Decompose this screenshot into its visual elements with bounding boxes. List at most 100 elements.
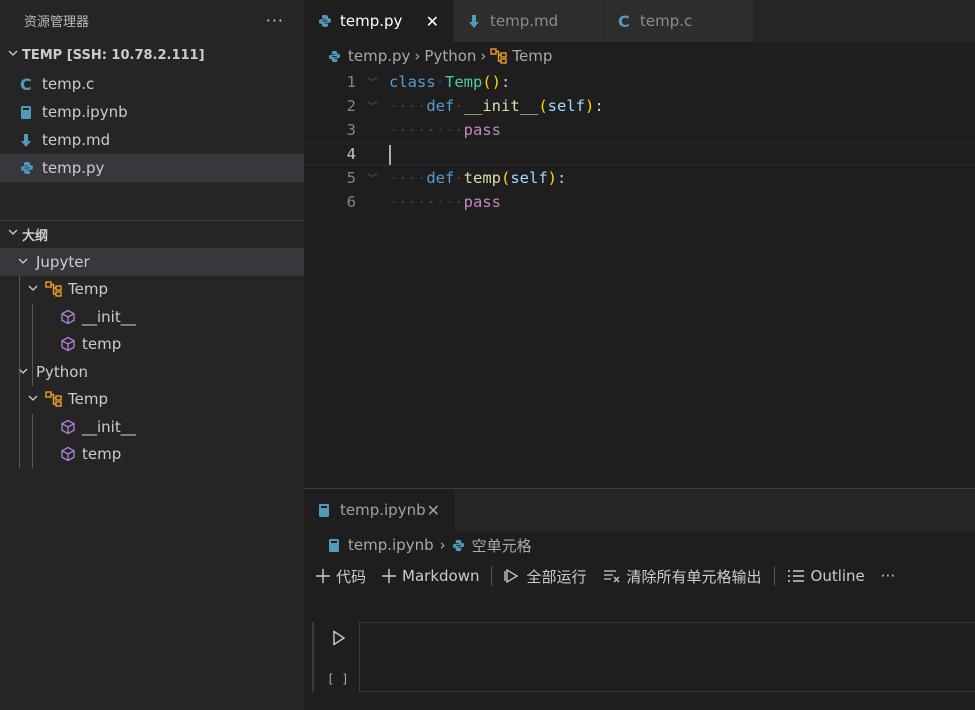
plus-icon (382, 569, 397, 583)
keyword: def (426, 169, 455, 187)
code-line[interactable]: 3 ········pass (304, 118, 975, 142)
fold-icon[interactable]: ﹀ (356, 98, 389, 114)
file-item-temp-md[interactable]: temp.md (0, 126, 304, 154)
close-icon[interactable]: ✕ (426, 12, 439, 31)
text-cursor (389, 145, 391, 165)
cell-focus-bar (312, 622, 314, 692)
code-area[interactable]: 1 ﹀ class·Temp(): 2 ﹀ ····def·__init__(s… (304, 70, 975, 214)
tree-indent-guide (19, 386, 20, 468)
line-number: 1 (346, 73, 356, 91)
code-line[interactable]: 2 ﹀ ····def·__init__(self): (304, 94, 975, 118)
chevron-down-icon (24, 280, 42, 298)
outline-class-temp[interactable]: Temp (0, 386, 304, 414)
outline-group-label: Python (36, 362, 88, 381)
chevron-right-icon: › (414, 47, 421, 65)
param: self (547, 97, 585, 115)
python-file-icon (452, 539, 472, 552)
tree-indent-guide (32, 304, 33, 386)
chevron-right-icon: › (480, 47, 487, 65)
editor-tab-bar: temp.py ✕ temp.md C temp.c (304, 0, 975, 42)
outline-header[interactable]: 大纲 (0, 220, 304, 248)
fold-icon[interactable]: ﹀ (356, 74, 389, 90)
tab-label: temp.md (490, 12, 559, 30)
clear-outputs-button[interactable]: 清除所有单元格输出 (603, 566, 762, 587)
code-line[interactable]: 6 ········pass (304, 190, 975, 214)
outline-group-label: Jupyter (36, 252, 90, 271)
breadcrumb-symbol[interactable]: Temp (512, 47, 552, 65)
notebook-breadcrumb: temp.ipynb › 空单元格 (304, 531, 975, 559)
file-label: temp.ipynb (42, 103, 128, 121)
clear-all-icon (603, 569, 621, 583)
outline-method-temp[interactable]: temp (0, 441, 304, 469)
method-symbol-icon (56, 419, 80, 435)
code-line[interactable]: 5 ﹀ ····def·temp(self): (304, 166, 975, 190)
breadcrumb: temp.py › Python › Temp (304, 42, 975, 70)
tab-temp-py[interactable]: temp.py ✕ (304, 0, 454, 42)
explorer-title: 资源管理器 (24, 14, 90, 30)
markdown-file-icon (468, 14, 490, 29)
notebook-cell[interactable]: [ ] (312, 622, 975, 692)
function-name: __init__ (463, 97, 539, 115)
code-line[interactable]: 1 ﹀ class·Temp(): (304, 70, 975, 94)
toolbar-separator (773, 566, 775, 586)
chevron-down-icon (24, 390, 42, 408)
add-code-cell-button[interactable]: 代码 (316, 566, 366, 587)
run-all-button[interactable]: 全部运行 (504, 566, 587, 587)
outline-class-label: Temp (68, 390, 108, 409)
method-symbol-icon (56, 446, 80, 462)
method-symbol-icon (56, 336, 80, 352)
outline-class-temp[interactable]: Temp (0, 276, 304, 304)
python-file-icon (20, 161, 42, 175)
explorer-header: 资源管理器 ··· (0, 0, 304, 40)
breadcrumb-cell[interactable]: 空单元格 (472, 535, 532, 556)
tree-indent-guide (19, 276, 20, 386)
chevron-down-icon (14, 253, 32, 271)
add-markdown-cell-button[interactable]: Markdown (382, 567, 479, 585)
file-item-temp-py[interactable]: temp.py (0, 154, 304, 182)
breadcrumb-file[interactable]: temp.py (348, 47, 410, 65)
outline-button[interactable]: Outline (787, 567, 865, 585)
outline-method-temp[interactable]: temp (0, 331, 304, 359)
keyword: pass (463, 121, 501, 139)
c-file-icon: C (20, 74, 32, 94)
list-icon (787, 569, 805, 583)
line-number: 2 (346, 97, 356, 115)
breadcrumb-file[interactable]: temp.ipynb (348, 536, 434, 554)
toolbar-separator (491, 566, 493, 586)
chevron-down-icon (4, 47, 22, 63)
file-item-temp-ipynb[interactable]: temp.ipynb (0, 98, 304, 126)
notebook-toolbar: 代码 Markdown 全部运行 清除所有单元格输出 Outline ··· (304, 559, 975, 593)
workspace-folder-header[interactable]: TEMP [SSH: 10.78.2.111] (0, 40, 304, 70)
run-all-icon (504, 568, 520, 584)
outline-group-jupyter[interactable]: Jupyter (0, 248, 304, 276)
explorer-sidebar: 资源管理器 ··· TEMP [SSH: 10.78.2.111] C temp… (0, 0, 304, 710)
line-number: 4 (346, 145, 356, 163)
tab-temp-md[interactable]: temp.md (454, 0, 604, 42)
notebook-file-icon (20, 105, 42, 120)
cell-editor[interactable] (359, 622, 975, 692)
more-actions-icon[interactable]: ··· (266, 11, 284, 30)
outline-group-python[interactable]: Python (0, 358, 304, 386)
fold-icon[interactable]: ﹀ (356, 170, 389, 186)
outline-class-label: Temp (68, 280, 108, 299)
panel-tab-bar: temp.ipynb ✕ (304, 489, 975, 531)
tab-temp-c[interactable]: C temp.c (604, 0, 754, 42)
breadcrumb-language[interactable]: Python (424, 47, 476, 65)
outline-method-init[interactable]: __init__ (0, 413, 304, 441)
outline-method-init[interactable]: __init__ (0, 303, 304, 331)
workspace-name: TEMP [SSH: 10.78.2.111] (22, 47, 205, 63)
tab-temp-ipynb[interactable]: temp.ipynb ✕ (304, 489, 454, 531)
method-symbol-icon (56, 309, 80, 325)
execution-count: [ ] (327, 672, 349, 686)
function-name: temp (463, 169, 501, 187)
run-cell-icon[interactable] (332, 630, 346, 650)
notebook-panel: temp.ipynb ✕ temp.ipynb › 空单元格 代码 Markdo… (304, 488, 975, 710)
file-item-temp-c[interactable]: C temp.c (0, 70, 304, 98)
class-name: Temp (445, 73, 483, 91)
more-actions-icon[interactable]: ··· (881, 567, 895, 585)
close-icon[interactable]: ✕ (427, 501, 440, 520)
tab-label: temp.c (640, 12, 693, 30)
code-line-current[interactable]: 4 (304, 142, 975, 166)
chevron-down-icon (14, 363, 32, 381)
line-number: 6 (346, 193, 356, 211)
